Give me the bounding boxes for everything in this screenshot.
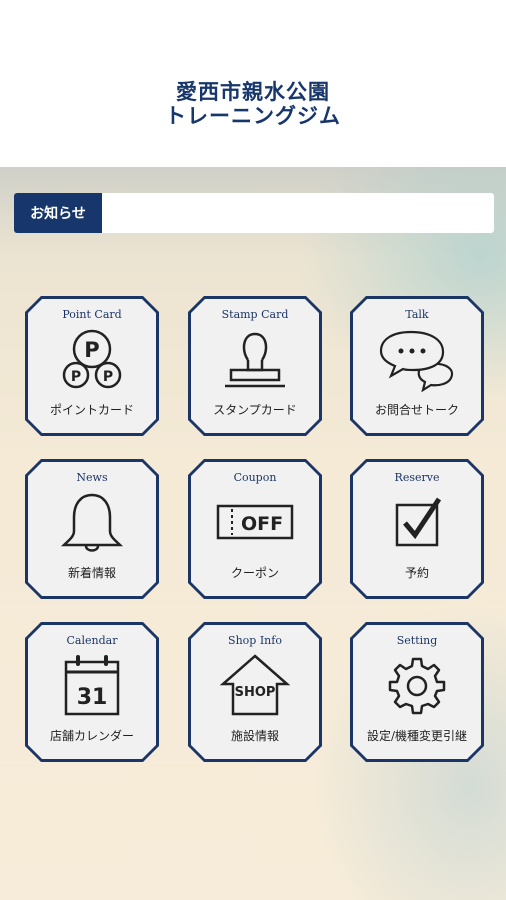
svg-text:P: P <box>71 369 81 385</box>
tile-title: Coupon <box>233 471 277 484</box>
tile-label: ポイントカード <box>49 403 134 417</box>
tile-label: スタンプカード <box>213 403 297 417</box>
news-ticker[interactable]: お知らせ <box>14 193 494 233</box>
svg-text:OFF: OFF <box>241 513 283 535</box>
tile-title: Calendar <box>66 634 118 647</box>
coupon-button[interactable]: Coupon OFF クーポン <box>188 459 322 599</box>
point-card-icon: P P P <box>52 326 132 392</box>
tile-label: 施設情報 <box>230 729 279 743</box>
talk-button[interactable]: Talk お問合せトーク <box>350 296 484 436</box>
tile-title: Reserve <box>394 471 440 484</box>
tile-label: お問合せトーク <box>374 403 459 417</box>
calendar-icon: 31 <box>52 652 132 718</box>
stamp-icon <box>215 326 295 392</box>
tile-label: 設定/機種変更引継 <box>366 729 468 743</box>
chat-bubbles-icon <box>377 326 457 392</box>
app-title-line2: トレーニングジム <box>165 103 341 128</box>
svg-text:SHOP: SHOP <box>235 685 276 700</box>
coupon-icon: OFF <box>215 489 295 555</box>
shop-icon: SHOP <box>215 652 295 718</box>
shop-info-button[interactable]: Shop Info SHOP 施設情報 <box>188 622 322 762</box>
point-card-button[interactable]: Point Card P P P ポイントカード <box>25 296 159 436</box>
setting-button[interactable]: Setting 設定/機種変更引継 <box>350 622 484 762</box>
app-title-line1: 愛西市親水公園 <box>176 79 330 104</box>
bell-icon <box>52 489 132 555</box>
svg-text:31: 31 <box>77 685 108 710</box>
tile-title: Stamp Card <box>221 308 289 321</box>
checkbox-icon <box>377 489 457 555</box>
tile-title: Shop Info <box>228 634 282 647</box>
tile-title: News <box>76 471 108 484</box>
tile-title: Point Card <box>62 308 122 321</box>
tile-title: Setting <box>396 634 438 647</box>
reserve-button[interactable]: Reserve 予約 <box>350 459 484 599</box>
news-label: お知らせ <box>14 193 102 233</box>
app-header: 愛西市親水公園 トレーニングジム <box>0 0 506 167</box>
news-button[interactable]: News 新着情報 <box>25 459 159 599</box>
svg-text:P: P <box>103 369 113 385</box>
gear-icon <box>377 652 457 718</box>
tile-title: Talk <box>405 308 429 321</box>
news-text[interactable] <box>102 193 494 233</box>
calendar-button[interactable]: Calendar 31 店舗カレンダー <box>25 622 159 762</box>
svg-text:P: P <box>84 338 99 362</box>
stamp-card-button[interactable]: Stamp Card スタンプカード <box>188 296 322 436</box>
tile-label: 店舗カレンダー <box>49 729 134 743</box>
tile-label: クーポン <box>230 566 279 580</box>
tile-label: 予約 <box>404 566 429 580</box>
tile-label: 新着情報 <box>67 566 116 580</box>
